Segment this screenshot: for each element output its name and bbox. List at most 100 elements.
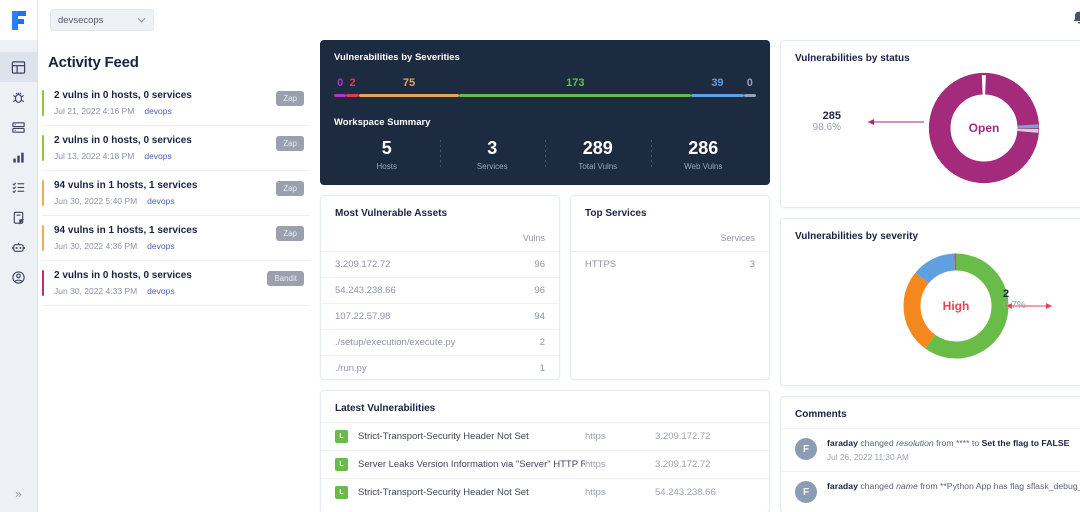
most-vulnerable-assets-table: Vulns 3.209.172.729654.243.238.6696107.2… [321,219,559,381]
app-logo[interactable] [0,0,37,40]
faraday-dashboard: » devsecops 3 F [0,0,1080,512]
severity-segment[interactable]: 0 [744,77,756,97]
sidebar-item-hosts[interactable] [0,112,38,142]
table-row[interactable]: 54.243.238.6696 [321,278,559,304]
workspace-stat-label: Services [440,162,546,171]
workspace-stat: 3 Services [440,138,546,171]
activity-feed-item-tag[interactable]: Zap [276,136,304,151]
sidebar-item-agents[interactable] [0,232,38,262]
table-row[interactable]: ./setup/execution/execute.py2 [321,330,559,356]
workspace-stat-value: 3 [440,138,546,159]
vulnerability-service: https [585,487,655,498]
activity-feed-item-workspace[interactable]: devops [144,151,171,161]
sidebar-item-reports[interactable] [0,202,38,232]
severity-segment-value: 0 [744,77,756,89]
table-row[interactable]: ./run.py1 [321,356,559,382]
table-row[interactable]: LStrict-Transport-Security Header Not Se… [321,478,769,506]
sidebar-expand-button[interactable]: » [0,476,37,512]
list-item[interactable]: Ffaraday changed resolution from **** to… [781,428,1080,471]
activity-feed-item-body: 94 vulns in 1 hosts, 1 services Jun 30, 2… [54,225,276,251]
list-item[interactable]: Ffaraday changed name from **Python App … [781,471,1080,512]
severity-segment-value: 2 [346,77,358,89]
top-services-title: Top Services [571,196,769,219]
table-row[interactable]: LStrict-Transport-Security Header Not Se… [321,422,769,450]
status-donut-chart: Open 285 98.6% [781,64,1080,192]
topbar-actions: 3 F [1071,9,1080,31]
top-services-card: Top Services Services HTTPS3 [570,195,770,380]
activity-feed-item-workspace[interactable]: devops [147,286,174,296]
activity-feed-item-date: Jun 30, 2022 4:36 PM [54,241,137,251]
activity-feed-item-tag[interactable]: Zap [276,226,304,241]
severity-segment[interactable]: 2 [346,77,358,97]
severity-callout: 2 0.7% [1003,288,1051,311]
comment-author: faraday [827,438,858,448]
comment-body: faraday changed name from **Python App h… [827,481,1080,491]
dashboard-board: Activity Feed 2 vulns in 0 hosts, 0 serv… [38,40,1080,512]
severity-segment[interactable]: 173 [459,77,691,97]
clipboard-icon [11,210,26,225]
activity-feed-list: 2 vulns in 0 hosts, 0 servicesJul 21, 20… [42,81,310,306]
severity-segment-bar [334,94,346,97]
severity-segment-bar [744,94,756,97]
sidebar-item-tasks[interactable] [0,172,38,202]
workspace-summary-title: Workspace Summary [334,117,756,128]
severity-bar-chart: 0275173390 [334,77,756,97]
vulnerability-name: Strict-Transport-Security Header Not Set [358,487,585,498]
status-donut-center-label: Open [968,121,999,135]
severity-segment[interactable]: 0 [334,77,346,97]
sidebar-item-vulnerabilities[interactable] [0,82,38,112]
workspace-selector[interactable]: devsecops [50,9,154,31]
activity-feed-item[interactable]: 2 vulns in 0 hosts, 0 servicesJul 13, 20… [42,126,310,171]
severity-segment-bar [346,94,358,97]
activity-feed-item-meta: Jun 30, 2022 4:36 PM devops [54,241,276,251]
severity-badge: L [335,430,348,443]
table-row[interactable]: 3.209.172.7296 [321,252,559,278]
activity-feed-item-tag[interactable]: Zap [276,181,304,196]
activity-feed-item-tag[interactable]: Zap [276,91,304,106]
activity-feed-item[interactable]: 94 vulns in 1 hosts, 1 services Jun 30, 2… [42,216,310,261]
middle-column: Vulnerabilities by Severities 0275173390… [320,40,770,512]
severity-segment[interactable]: 39 [691,77,743,97]
activity-severity-bar [42,90,44,116]
notifications-button[interactable]: 3 [1071,10,1080,30]
activity-feed-item-workspace[interactable]: devops [147,241,174,251]
activity-feed-item-text: 94 vulns in 1 hosts, 1 services [54,225,276,236]
comment-author: faraday [827,481,858,491]
sidebar-item-users[interactable] [0,262,38,292]
sidebar-item-dashboard[interactable] [0,52,38,82]
activity-feed-item-workspace[interactable]: devops [144,106,171,116]
severity-callout-value: 2 [1003,288,1051,300]
vulnerability-host: 54.243.238.66 [655,487,755,498]
workspace-summary-stats: 5Hosts3Services289Total Vulns286Web Vuln… [334,138,756,171]
activity-feed-item[interactable]: 2 vulns in 0 hosts, 0 servicesJul 21, 20… [42,81,310,126]
sidebar-item-analytics[interactable] [0,142,38,172]
workspace-stat-label: Hosts [334,162,440,171]
vulnerability-host: 3.209.172.72 [655,459,755,470]
checklist-icon [11,180,26,195]
assets-services-row: Most Vulnerable Assets Vulns 3.209.172.7… [320,195,770,380]
activity-feed-item-workspace[interactable]: devops [147,196,174,206]
activity-feed-item-tag[interactable]: Bandit [267,271,304,286]
user-circle-icon [11,270,26,285]
services-col-count: Services [680,219,769,252]
activity-feed-title: Activity Feed [42,40,310,81]
activity-feed-item-meta: Jun 30, 2022 4:33 PMdevops [54,286,267,296]
severity-segment-value: 75 [359,77,460,89]
status-callout-percent: 98.6% [793,122,841,133]
workspace-stat: 289Total Vulns [545,138,651,171]
activity-feed-item[interactable]: 94 vulns in 1 hosts, 1 servicesJun 30, 2… [42,171,310,216]
severity-segment[interactable]: 75 [359,77,460,97]
table-row[interactable]: LServer Leaks Version Information via "S… [321,450,769,478]
table-row[interactable]: HTTPS3 [571,252,769,278]
activity-feed-item-body: 2 vulns in 0 hosts, 0 servicesJul 13, 20… [54,135,276,161]
table-row[interactable]: 107.22.57.9894 [321,304,559,330]
asset-vulns: 1 [512,356,559,382]
vulnerability-service: https [585,459,655,470]
comment-field: resolution [896,438,934,448]
activity-feed-item-date: Jul 21, 2022 4:16 PM [54,106,134,116]
activity-feed-item[interactable]: 2 vulns in 0 hosts, 0 servicesJun 30, 20… [42,261,310,306]
severity-donut-center-label: High [942,299,969,313]
services-col-service [571,219,680,252]
bell-icon [1071,10,1080,27]
status-callout-value: 285 [793,110,841,122]
